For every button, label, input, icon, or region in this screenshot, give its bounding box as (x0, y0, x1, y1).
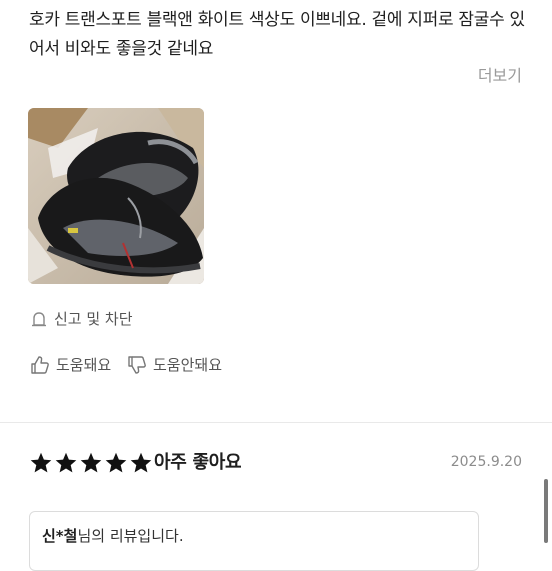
helpful-label: 도움돼요 (56, 356, 112, 374)
star-icon (55, 452, 77, 473)
unhelpful-label: 도움안돼요 (153, 356, 223, 374)
review-text: 호카 트랜스포트 블랙앤 화이트 색상도 이쁘네요. 겉에 지퍼로 잠굴수 있어… (29, 10, 525, 59)
review-date: 2025.9.20 (450, 454, 522, 470)
rating-label: 아주 좋아요 (154, 452, 242, 473)
star-icon (30, 452, 52, 473)
reviewer-name: 신*철 (42, 527, 78, 545)
report-icon (32, 311, 46, 326)
more-link[interactable]: 더보기 (478, 62, 522, 86)
review-divider (0, 422, 552, 423)
report-button[interactable]: 신고 및 차단 (30, 308, 133, 329)
star-icon (80, 452, 102, 473)
unhelpful-button[interactable]: 도움안돼요 (127, 354, 222, 375)
star-icon (130, 452, 152, 473)
reviewer-suffix: 님의 리뷰입니다. (77, 527, 184, 545)
report-label: 신고 및 차단 (54, 310, 133, 328)
review-photo[interactable] (28, 108, 204, 284)
star-icon (105, 452, 127, 473)
thumbs-up-icon (31, 355, 49, 374)
reviewer-info-box: 신*철님의 리뷰입니다. (29, 511, 479, 571)
thumbs-down-icon (128, 355, 146, 374)
helpful-button[interactable]: 도움돼요 (30, 354, 111, 375)
star-rating (29, 451, 153, 475)
shoe-photo-thumbnail (28, 108, 204, 284)
scrollbar-thumb[interactable] (544, 479, 548, 543)
